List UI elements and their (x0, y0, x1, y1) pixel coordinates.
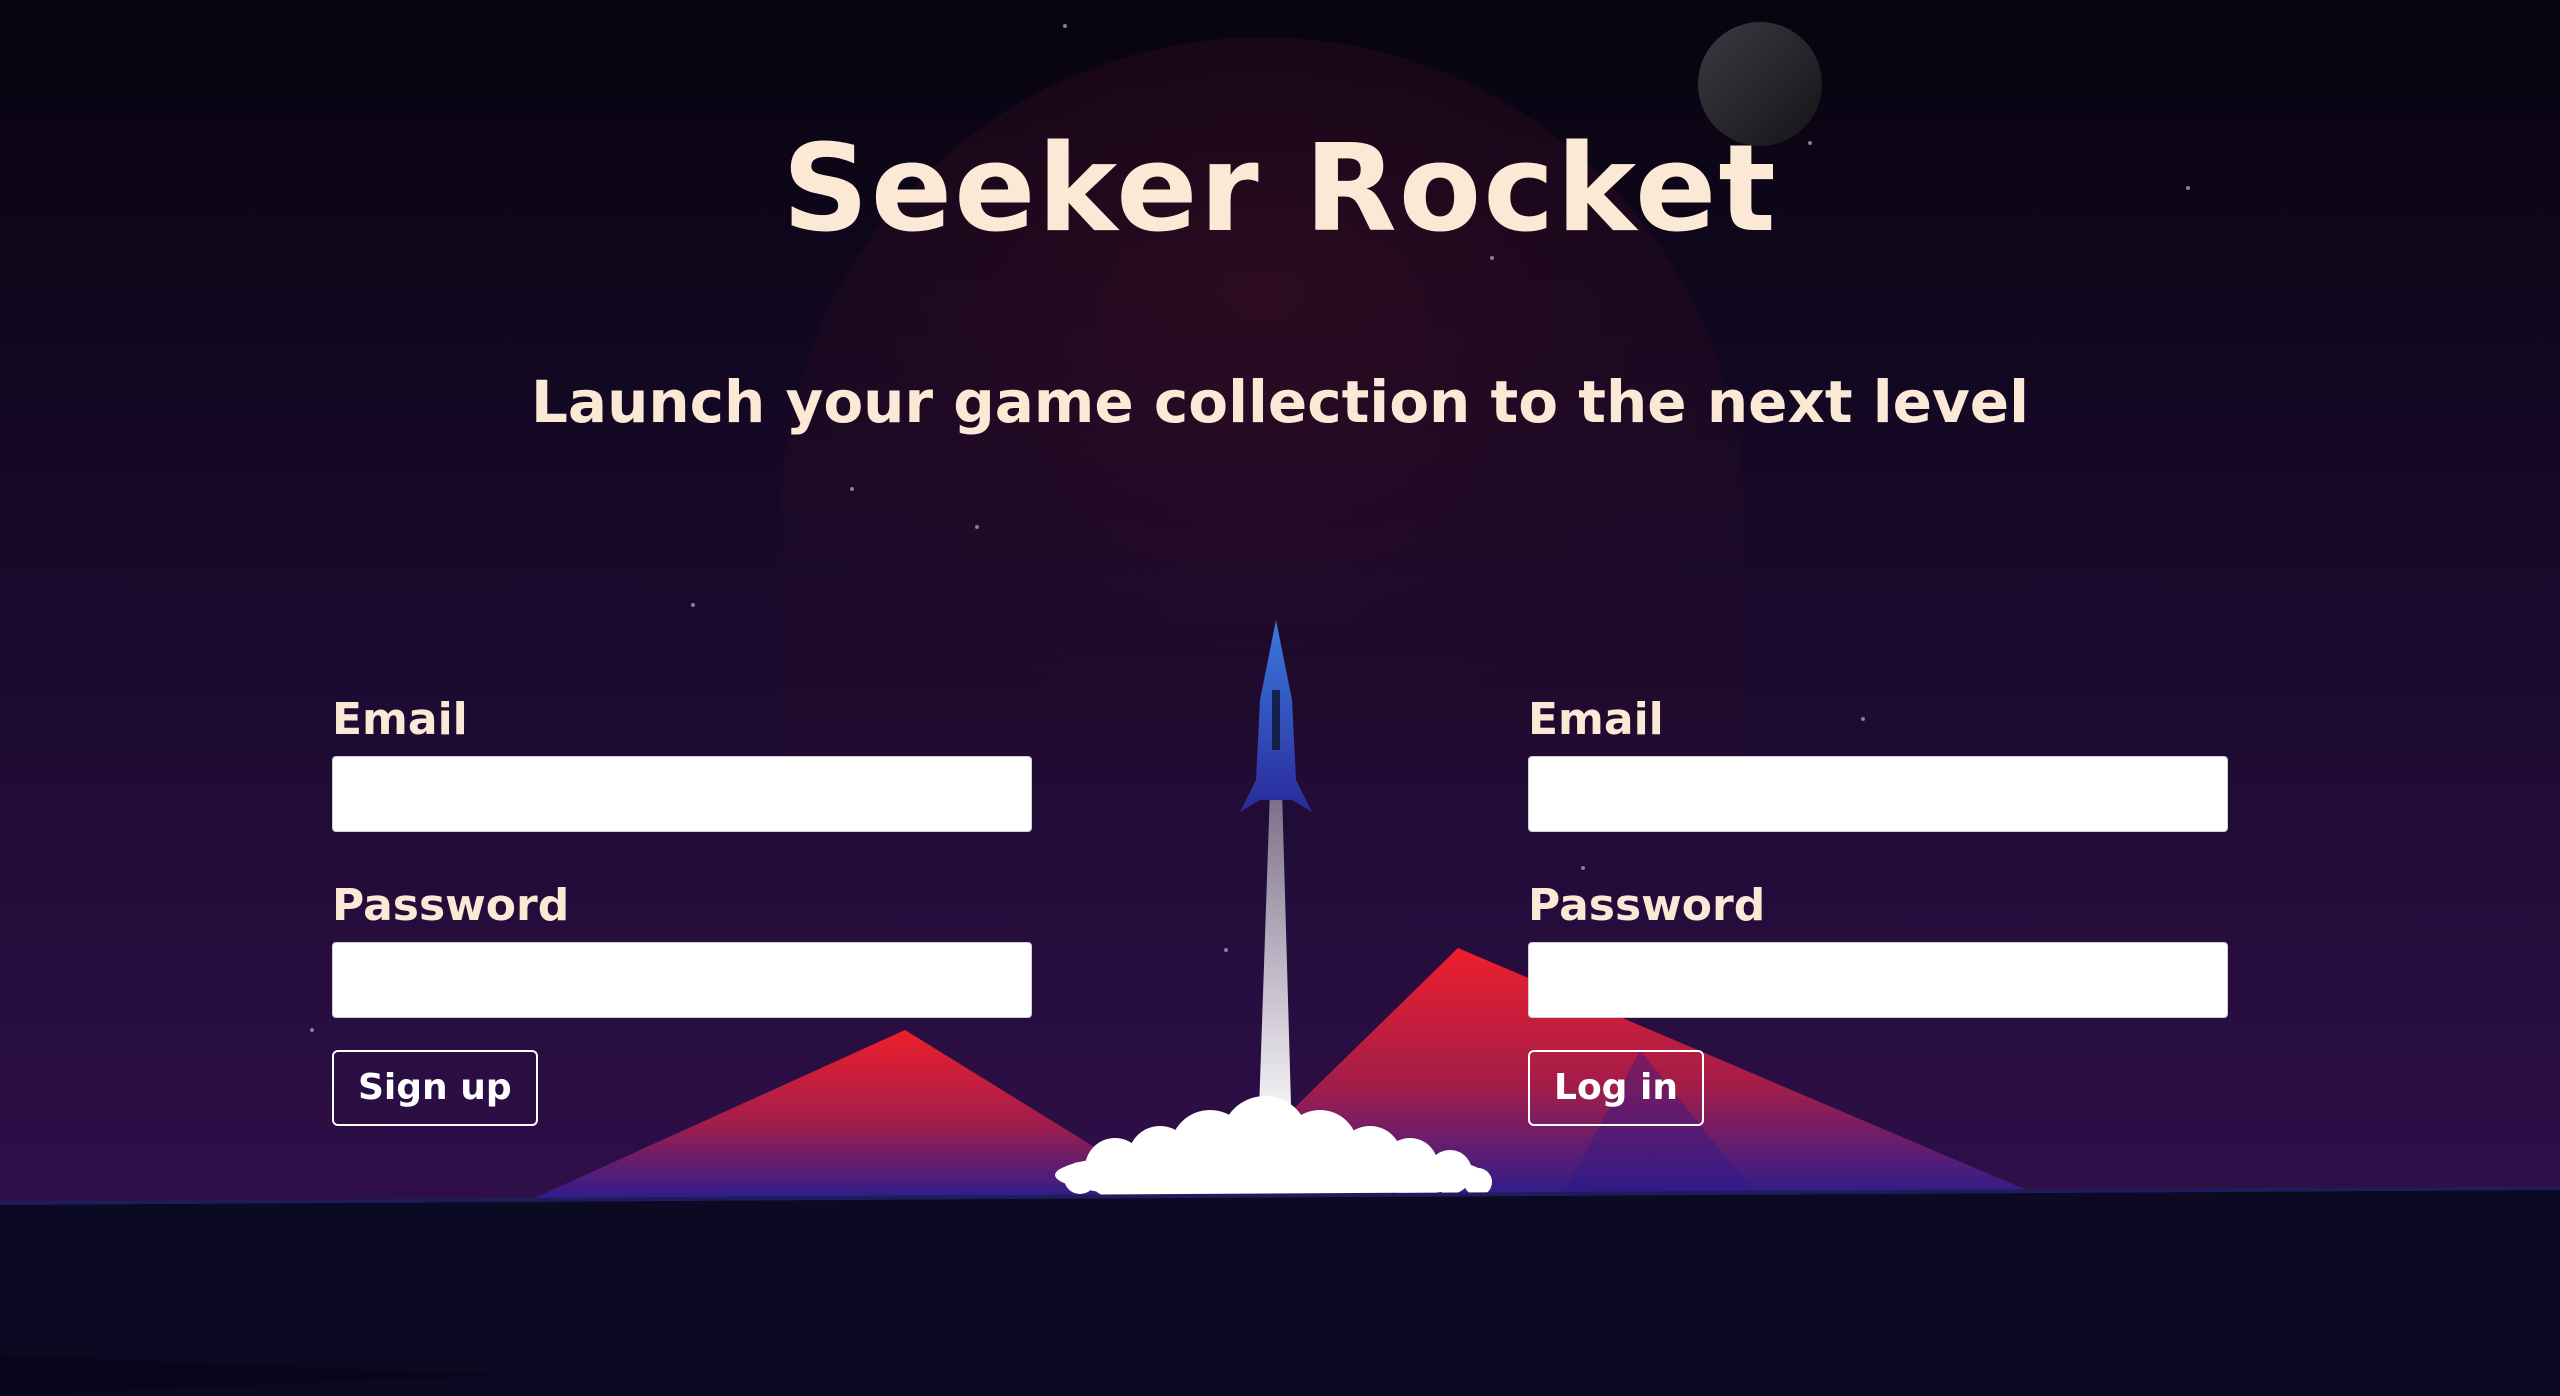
signup-form: Email Password Sign up (332, 690, 1032, 1126)
signup-password-label: Password (332, 880, 570, 931)
tagline: Launch your game collection to the next … (530, 368, 2030, 436)
login-email-input[interactable] (1528, 756, 2228, 832)
signup-email-label: Email (332, 694, 468, 745)
login-button[interactable]: Log in (1528, 1050, 1704, 1126)
page-title: Seeker Rocket (782, 120, 1778, 259)
login-form: Email Password Log in (1528, 690, 2228, 1126)
signup-email-input[interactable] (332, 756, 1032, 832)
login-email-label: Email (1528, 694, 1664, 745)
login-password-label: Password (1528, 880, 1766, 931)
ground (0, 1188, 2560, 1396)
login-password-input[interactable] (1528, 942, 2228, 1018)
signup-button[interactable]: Sign up (332, 1050, 538, 1126)
signup-password-input[interactable] (332, 942, 1032, 1018)
